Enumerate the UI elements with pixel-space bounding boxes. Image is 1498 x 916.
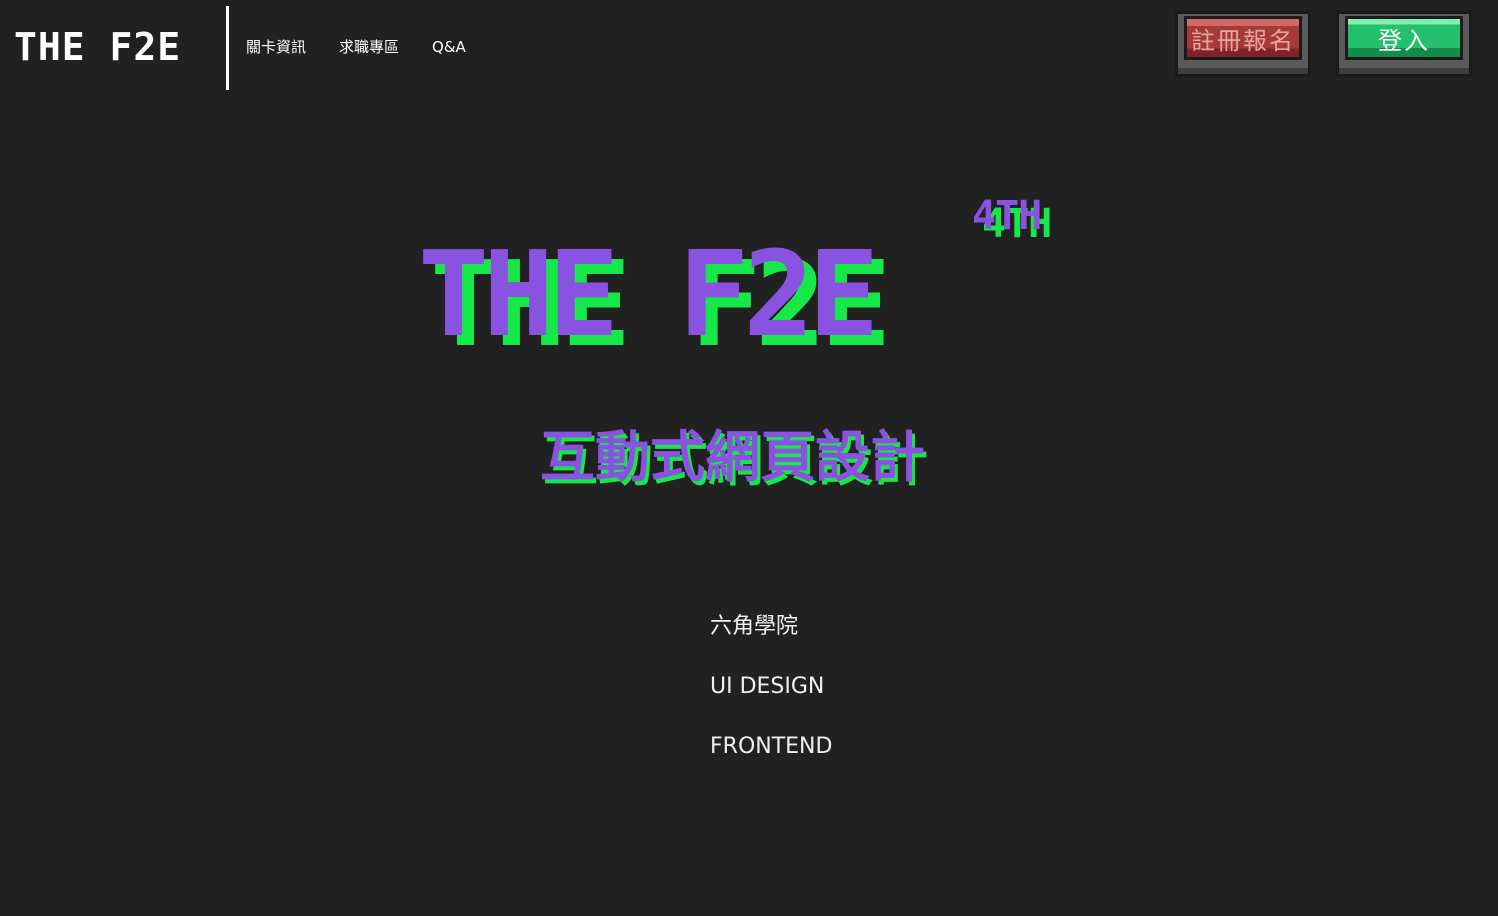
login-button-label: 登入 (1345, 16, 1463, 60)
nav-item-qa[interactable]: Q&A (432, 37, 466, 57)
hero-title: THE F2E (418, 225, 879, 363)
info-item-ui-design: UI DESIGN (710, 674, 825, 699)
register-button-label: 註冊報名 (1184, 16, 1302, 60)
main-nav: 關卡資訊 求職專區 Q&A (246, 37, 466, 57)
edition-badge: 4TH (972, 193, 1042, 239)
info-item-organizer: 六角學院 (710, 614, 799, 639)
register-button[interactable]: 註冊報名 (1175, 11, 1311, 77)
info-list: 六角學院 UI DESIGN FRONTEND (710, 612, 832, 792)
nav-item-stage-info[interactable]: 關卡資訊 (246, 37, 306, 57)
logo-divider (226, 6, 229, 90)
site-logo[interactable]: THE F2E (14, 22, 181, 72)
hero-subtitle: 互動式網頁設計 (540, 425, 926, 489)
login-button[interactable]: 登入 (1336, 11, 1472, 77)
nav-item-jobs[interactable]: 求職專區 (339, 37, 399, 57)
site-header: THE F2E 關卡資訊 求職專區 Q&A 註冊報名 登入 (0, 0, 1498, 95)
info-item-frontend: FRONTEND (710, 734, 833, 759)
